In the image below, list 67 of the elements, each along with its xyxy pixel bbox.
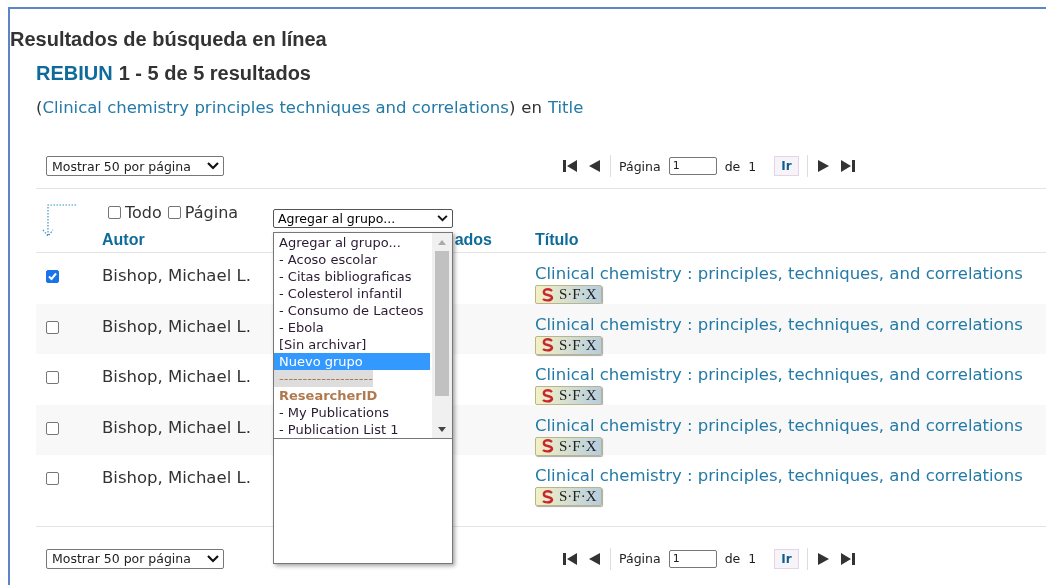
checkbox-label: Página	[184, 203, 239, 222]
author-cell: Bishop, Michael L.	[102, 367, 251, 386]
group-select[interactable]: Agregar al grupo...	[273, 209, 453, 228]
page-label: Página	[619, 551, 661, 566]
query-paren: (	[36, 98, 43, 117]
dropdown-option[interactable]: - Colesterol infantil	[274, 285, 432, 302]
dropdown-option[interactable]: - My Publications	[274, 404, 432, 421]
results-count: 1 - 5 de 5 resultados	[118, 62, 311, 85]
sfx-link-badge[interactable]: S·F·X	[535, 285, 602, 304]
author-cell: Bishop, Michael L.	[102, 468, 251, 487]
sfx-link-badge[interactable]: S·F·X	[535, 487, 602, 506]
scrollbar[interactable]	[432, 233, 452, 438]
title-link[interactable]: Clinical chemistry : principles, techniques, and correlations	[535, 264, 1023, 283]
column-header[interactable]: Título	[535, 230, 579, 249]
column-header[interactable]: Autor	[102, 230, 145, 249]
checkbox[interactable]	[108, 206, 121, 219]
dropdown-option[interactable]: - Publication List 1	[274, 421, 432, 438]
query-terms-link[interactable]: Clinical chemistry principles techniques and correlations	[42, 98, 509, 117]
row-checkbox[interactable]	[46, 421, 59, 435]
page-heading: Resultados de búsqueda en línea	[10, 28, 328, 51]
chevron-down-icon	[437, 215, 448, 222]
of-label: de	[724, 158, 741, 174]
row-checkbox[interactable]	[46, 270, 59, 283]
title-link[interactable]: Clinical chemistry : principles, techniques, and correlations	[535, 365, 1023, 384]
checkbox[interactable]	[167, 206, 181, 219]
column-header[interactable]: ados	[454, 230, 492, 249]
chevron-down-icon	[207, 162, 219, 170]
source-name: REBIUN	[36, 62, 113, 85]
total-pages: 1	[748, 158, 757, 174]
option-group-header: ResearcherID	[278, 387, 379, 404]
row-checkbox[interactable]	[46, 472, 59, 485]
page-label: Página	[619, 158, 661, 174]
go-button[interactable]: Ir	[774, 548, 799, 569]
author-cell: Bishop, Michael L.	[102, 417, 251, 437]
first-page-icon[interactable]	[562, 551, 578, 566]
title-link[interactable]: Clinical chemistry : principles, techniques, and correlations	[535, 314, 1023, 334]
first-page-icon[interactable]	[562, 159, 578, 173]
title-link[interactable]: Clinical chemistry : principles, techniques, and correlations	[535, 415, 1023, 435]
dropdown-option[interactable]: Agregar al grupo...	[274, 234, 432, 251]
sfx-link-badge[interactable]: S·F·X	[535, 335, 602, 355]
dropdown-option[interactable]: - Consumo de Lacteos	[274, 302, 432, 319]
query-paren: )	[508, 98, 516, 117]
row-checkbox[interactable]	[46, 320, 59, 334]
go-button[interactable]: Ir	[774, 156, 799, 176]
author-cell: Bishop, Michael L.	[102, 266, 251, 285]
checkbox-label: Todo	[125, 203, 162, 222]
chevron-down-icon	[207, 554, 219, 563]
dropdown-option[interactable]: - Citas bibliograficas	[274, 268, 432, 285]
per-page-select[interactable]: Mostrar 50 por página	[46, 548, 224, 569]
query-connector: en	[521, 98, 542, 117]
page-input[interactable]: 1	[668, 157, 717, 175]
option-separator: --------------------	[274, 370, 373, 387]
author-cell: Bishop, Michael L.	[102, 316, 251, 336]
of-label: de	[724, 551, 741, 566]
dropdown-option[interactable]: [Sin archivar]	[274, 336, 432, 353]
total-pages: 1	[748, 551, 757, 566]
last-page-icon[interactable]	[839, 551, 856, 566]
sfx-link-badge[interactable]: S·F·X	[535, 436, 602, 456]
row-checkbox[interactable]	[46, 371, 59, 384]
dropdown-option[interactable]: - Acoso escolar	[274, 251, 432, 268]
page-input[interactable]: 1	[668, 549, 717, 568]
last-page-icon[interactable]	[839, 159, 856, 173]
dropdown-option[interactable]: - Ebola	[274, 319, 432, 336]
title-link[interactable]: Clinical chemistry : principles, techniques, and correlations	[535, 466, 1023, 485]
sfx-link-badge[interactable]: S·F·X	[535, 386, 602, 405]
per-page-select[interactable]: Mostrar 50 por página	[46, 156, 224, 176]
query-field-link[interactable]: Title	[547, 98, 584, 117]
